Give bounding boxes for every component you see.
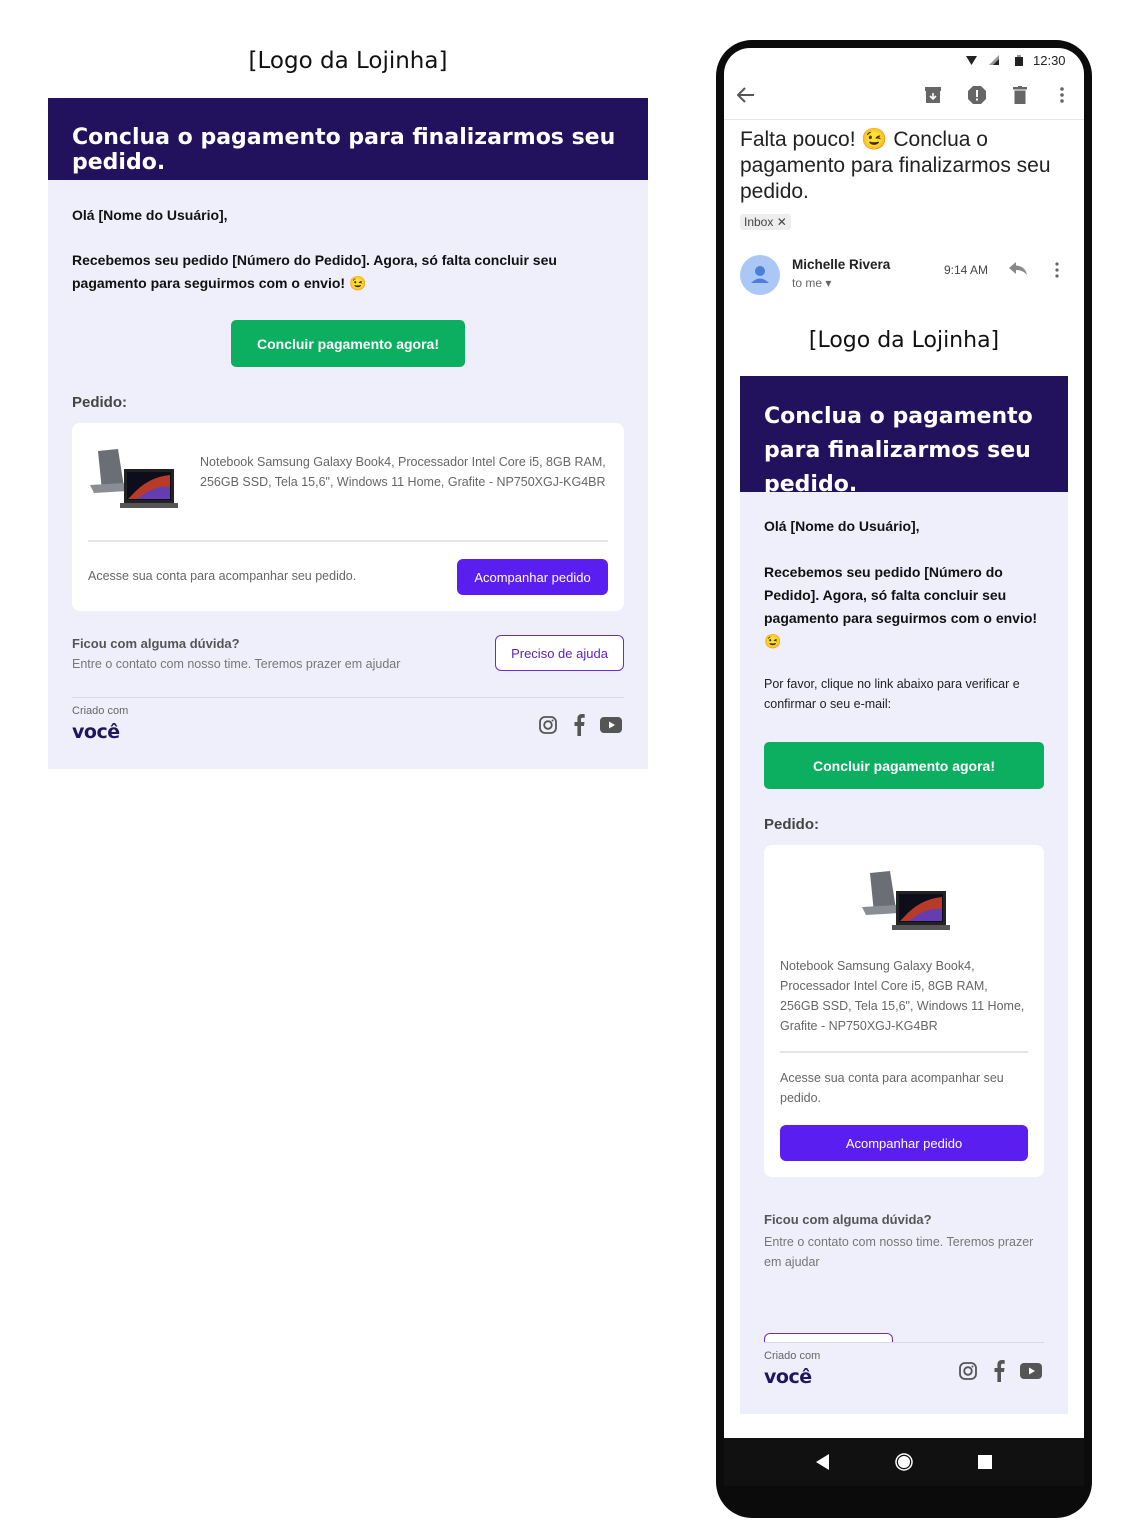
track-order-text: Acesse sua conta para acompanhar seu ped… bbox=[88, 569, 357, 583]
product-name: Notebook Samsung Galaxy Book4, Processad… bbox=[200, 455, 606, 489]
phone-created-with-label: Criado com bbox=[764, 1350, 821, 1362]
track-order-button[interactable]: Acompanhar pedido bbox=[457, 559, 608, 595]
phone-pay-now-button[interactable]: Concluir pagamento agora! bbox=[764, 742, 1044, 789]
avatar-icon bbox=[740, 255, 780, 295]
pay-now-button[interactable]: Concluir pagamento agora! bbox=[231, 320, 465, 367]
message-more-icon[interactable] bbox=[1054, 262, 1060, 278]
created-with-label: Criado com bbox=[72, 705, 129, 717]
archive-icon[interactable] bbox=[924, 86, 942, 104]
help-button[interactable]: Preciso de ajuda bbox=[495, 635, 624, 671]
help-text: Entre o contato com nosso time. Teremos … bbox=[72, 657, 401, 671]
phone-brand-logo: você bbox=[764, 1366, 812, 1388]
desktop-email-header: Conclua o pagamento para finalizarmos se… bbox=[48, 98, 648, 180]
divider bbox=[88, 540, 608, 542]
order-card: Notebook Samsung Galaxy Book4, Processad… bbox=[72, 423, 624, 611]
verify-text: Por favor, clique no link abaixo para ve… bbox=[764, 677, 1020, 711]
phone-email-body: Olá [Nome do Usuário], Recebemos seu ped… bbox=[740, 492, 1068, 1414]
trash-icon[interactable] bbox=[1013, 86, 1027, 104]
email-time: 9:14 AM bbox=[944, 263, 989, 277]
phone-social-links bbox=[958, 1360, 1042, 1382]
report-spam-icon[interactable] bbox=[968, 86, 986, 104]
phone-screen: 12:30 Falta pouco! 😉 Conclua o pagamento… bbox=[724, 48, 1084, 1438]
desktop-logo-placeholder: [Logo da Lojinha] bbox=[248, 48, 448, 74]
facebook-icon[interactable] bbox=[572, 714, 586, 736]
phone-laptop-image bbox=[862, 871, 950, 930]
instagram-icon[interactable] bbox=[958, 1361, 978, 1381]
phone-order-label: Pedido: bbox=[764, 816, 819, 833]
phone-track-order-button[interactable]: Acompanhar pedido bbox=[780, 1125, 1028, 1161]
phone-help-title: Ficou com alguma dúvida? bbox=[764, 1212, 932, 1227]
inbox-label-chip[interactable]: Inbox ✕ bbox=[740, 214, 791, 230]
footer-divider bbox=[72, 697, 624, 698]
youtube-icon[interactable] bbox=[1020, 1363, 1042, 1379]
sender-name: Michelle Rivera bbox=[792, 257, 891, 272]
phone-email-footer: Criado com você bbox=[740, 1342, 1068, 1414]
appbar-divider bbox=[724, 119, 1084, 120]
instagram-icon[interactable] bbox=[538, 715, 558, 735]
nav-back-icon[interactable] bbox=[816, 1454, 830, 1470]
order-label: Pedido: bbox=[72, 394, 127, 411]
email-subject: Falta pouco! 😉 Conclua o pagamento para … bbox=[740, 128, 1051, 203]
phone-divider bbox=[780, 1051, 1028, 1053]
facebook-icon[interactable] bbox=[992, 1360, 1006, 1382]
more-vert-icon[interactable] bbox=[1059, 87, 1065, 103]
nav-home-icon[interactable] bbox=[895, 1453, 913, 1471]
back-arrow-icon[interactable] bbox=[737, 87, 755, 103]
nav-recents-icon[interactable] bbox=[977, 1455, 992, 1469]
battery-icon bbox=[1015, 55, 1023, 66]
social-links bbox=[538, 714, 622, 736]
recipient-toggle[interactable]: to me ▾ bbox=[792, 276, 831, 290]
laptop-image bbox=[90, 449, 178, 508]
phone-product-name: Notebook Samsung Galaxy Book4, Processad… bbox=[780, 959, 1025, 1033]
youtube-icon[interactable] bbox=[600, 717, 622, 733]
phone-help-text: Entre o contato com nosso time. Teremos … bbox=[764, 1235, 1034, 1269]
status-bar: 12:30 bbox=[724, 48, 1084, 72]
greeting: Olá [Nome do Usuário], bbox=[72, 207, 228, 223]
desktop-email-body: Olá [Nome do Usuário], Recebemos seu ped… bbox=[48, 180, 648, 769]
brand-logo: você bbox=[72, 721, 120, 743]
status-time: 12:30 bbox=[1033, 53, 1066, 68]
phone-footer-divider bbox=[764, 1342, 1044, 1343]
android-nav-bar bbox=[724, 1438, 1084, 1486]
signal-icon bbox=[989, 55, 999, 65]
phone-greeting: Olá [Nome do Usuário], bbox=[764, 518, 920, 534]
message-text: Recebemos seu pedido [Número do Pedido].… bbox=[72, 252, 557, 291]
phone-message-text: Recebemos seu pedido [Número do Pedido].… bbox=[764, 564, 1038, 649]
reply-icon[interactable] bbox=[1009, 262, 1027, 276]
phone-order-card: Notebook Samsung Galaxy Book4, Processad… bbox=[764, 845, 1044, 1177]
phone-logo-placeholder: [Logo da Lojinha] bbox=[808, 328, 1000, 353]
help-title: Ficou com alguma dúvida? bbox=[72, 636, 240, 651]
phone-track-order-text: Acesse sua conta para acompanhar seu ped… bbox=[780, 1071, 1004, 1105]
phone-email-header: Conclua o pagamento para finalizarmos se… bbox=[740, 376, 1068, 497]
wifi-icon bbox=[966, 56, 977, 65]
